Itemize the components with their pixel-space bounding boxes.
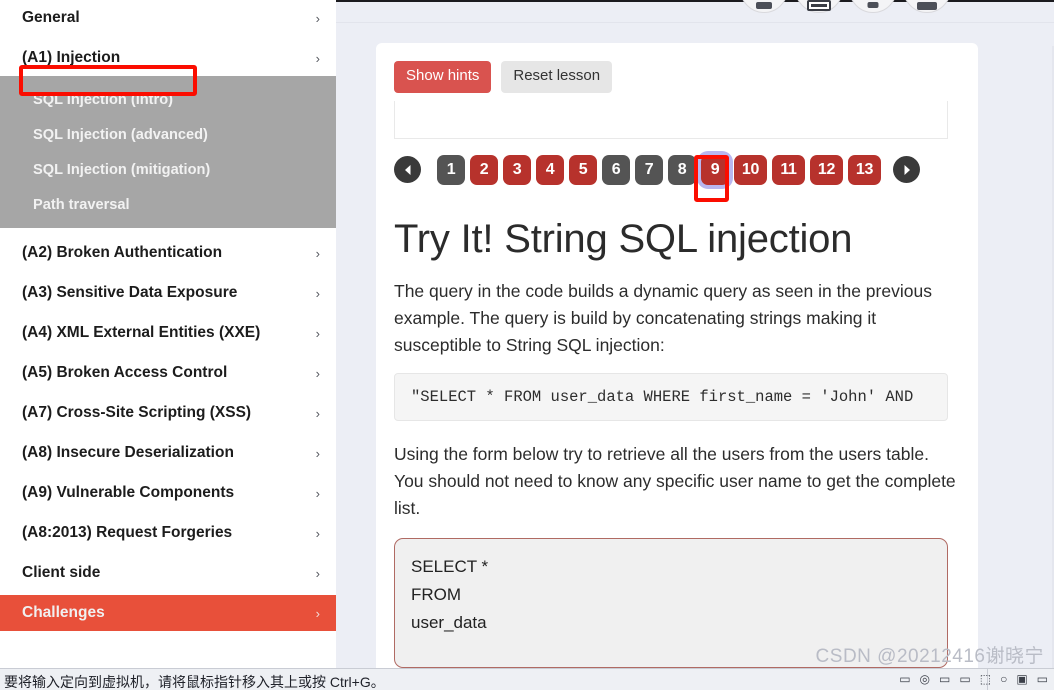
sidebar-item-a8-2013-request-forgeries[interactable]: (A8:2013) Request Forgeries ›	[0, 515, 336, 551]
sidebar-item-label: (A7) Cross-Site Scripting (XSS)	[22, 404, 252, 421]
sidebar-subitem-label: SQL Injection (mitigation)	[33, 161, 211, 178]
sidebar-item-a5-broken-access-control[interactable]: (A5) Broken Access Control ›	[0, 355, 336, 391]
sidebar-item-label: General	[22, 9, 80, 26]
sidebar-item-label: Client side	[22, 564, 101, 581]
pagination-page-7[interactable]: 7	[635, 154, 663, 185]
sidebar-item-a9-vulnerable-components[interactable]: (A9) Vulnerable Components ›	[0, 475, 336, 511]
sidebar-subitem-label: SQL Injection (intro)	[33, 91, 173, 108]
lesson-card: Show hints Reset lesson 1 2 3 4 5 6 7 8 …	[376, 43, 978, 668]
pagination-page-9[interactable]: 9	[701, 154, 729, 185]
sidebar-item-label: (A1) Injection	[22, 49, 121, 66]
sidebar-item-a2-broken-authentication[interactable]: (A2) Broken Authentication ›	[0, 235, 336, 271]
sidebar-item-label: (A4) XML External Entities (XXE)	[22, 324, 261, 341]
app-root: General › (A1) Injection › SQL Injection…	[0, 0, 1054, 690]
chevron-right-icon: ›	[315, 285, 320, 301]
vm-icon-printer[interactable]: ○	[1000, 672, 1007, 686]
pagination-page-6[interactable]: 6	[602, 154, 630, 185]
pagination-page-4[interactable]: 4	[536, 154, 564, 185]
sidebar-subitem-label: Path traversal	[33, 196, 130, 213]
bar-glyph-wide-icon	[917, 2, 937, 10]
toolbar-button-1[interactable]	[740, 0, 788, 13]
vm-icon-sound[interactable]: ⬚	[980, 672, 991, 686]
pagination-page-12[interactable]: 12	[810, 154, 843, 185]
sql-query-input[interactable]: SELECT * FROM user_data	[394, 537, 948, 668]
chevron-right-icon: ›	[315, 525, 320, 541]
sidebar-item-a8-insecure-deserialization[interactable]: (A8) Insecure Deserialization ›	[0, 435, 336, 471]
sidebar-item-label: (A9) Vulnerable Components	[22, 484, 235, 501]
sidebar-item-a3-sensitive-data-exposure[interactable]: (A3) Sensitive Data Exposure ›	[0, 275, 336, 311]
sidebar-item-label: (A3) Sensitive Data Exposure	[22, 284, 238, 301]
lesson-paragraph-2: Using the form below try to retrieve all…	[394, 443, 956, 518]
vm-icon-network[interactable]: ▭	[939, 672, 950, 686]
vm-status-message: 要将输入定向到虚拟机，请将鼠标指针移入其上或按 Ctrl+G。	[4, 674, 385, 690]
lesson-code-sample: "SELECT * FROM user_data WHERE first_nam…	[394, 372, 948, 421]
sidebar-item-general[interactable]: General ›	[0, 0, 336, 36]
bar-glyph-icon	[756, 2, 772, 9]
lesson-pagination: 1 2 3 4 5 6 7 8 9 10 11 12 13	[386, 139, 956, 185]
pagination-prev-button[interactable]	[394, 156, 421, 183]
reset-lesson-button[interactable]: Reset lesson	[501, 61, 613, 93]
pagination-page-13[interactable]: 13	[848, 154, 881, 185]
chevron-right-icon: ›	[315, 445, 320, 461]
chevron-right-icon: ›	[315, 245, 320, 261]
pagination-page-2[interactable]: 2	[470, 154, 498, 185]
lesson-action-buttons: Show hints Reset lesson	[386, 61, 956, 93]
main-content: Show hints Reset lesson 1 2 3 4 5 6 7 8 …	[336, 23, 1054, 668]
pagination-next-button[interactable]	[893, 156, 920, 183]
chevron-right-icon: ›	[315, 405, 320, 421]
sidebar-item-a7-cross-site-scripting[interactable]: (A7) Cross-Site Scripting (XSS) ›	[0, 395, 336, 431]
vm-status-icons: ▭ ◎ ▭ ▭ ⬚ ○ ▣ ▭	[899, 672, 1048, 686]
vm-icon-display[interactable]: ▭	[899, 672, 910, 686]
toolbar-button-4[interactable]	[903, 0, 951, 13]
chevron-right-icon: ›	[315, 10, 320, 26]
sidebar-navigation: General › (A1) Injection › SQL Injection…	[0, 0, 336, 690]
sidebar-subitem-label: SQL Injection (advanced)	[33, 126, 208, 143]
sidebar-item-sql-injection-mitigation[interactable]: SQL Injection (mitigation)	[0, 152, 336, 187]
lesson-title: Try It! String SQL injection	[394, 216, 853, 261]
toolbar-button-keyboard[interactable]	[795, 0, 843, 13]
show-hints-button[interactable]: Show hints	[394, 61, 492, 93]
pagination-page-5[interactable]: 5	[569, 154, 597, 185]
sidebar-item-sql-injection-intro[interactable]: SQL Injection (intro)	[0, 82, 336, 117]
vm-icon-settings[interactable]: ▭	[1037, 672, 1048, 686]
sidebar-item-sql-injection-advanced[interactable]: SQL Injection (advanced)	[0, 117, 336, 152]
vm-icon-usb[interactable]: ▭	[959, 672, 970, 686]
toolbar-button-3[interactable]	[849, 0, 897, 13]
sidebar-item-label: (A2) Broken Authentication	[22, 244, 223, 261]
pagination-page-8[interactable]: 8	[668, 154, 696, 185]
sidebar-item-path-traversal[interactable]: Path traversal	[0, 187, 336, 222]
chevron-right-icon: ›	[315, 565, 320, 581]
vm-icon-disk[interactable]: ◎	[920, 672, 930, 686]
sidebar-item-label: (A8:2013) Request Forgeries	[22, 524, 233, 541]
pagination-page-1[interactable]: 1	[437, 154, 465, 185]
chevron-right-icon: ›	[315, 365, 320, 381]
sidebar-item-a4-xml-external-entities[interactable]: (A4) XML External Entities (XXE) ›	[0, 315, 336, 351]
sidebar-item-label: (A8) Insecure Deserialization	[22, 444, 234, 461]
bar-glyph-small-icon	[867, 2, 879, 8]
sidebar-item-challenges[interactable]: Challenges ›	[0, 595, 336, 631]
pagination-page-11[interactable]: 11	[772, 154, 805, 185]
chevron-right-icon: ›	[315, 50, 320, 66]
vm-icon-camera[interactable]: ▣	[1016, 672, 1027, 686]
sidebar-item-label: Challenges	[22, 604, 105, 621]
sidebar-item-client-side[interactable]: Client side ›	[0, 555, 336, 591]
pagination-page-3[interactable]: 3	[503, 154, 531, 185]
chevron-right-icon: ›	[315, 485, 320, 501]
pagination-page-10[interactable]: 10	[734, 154, 767, 185]
chevron-right-icon: ›	[315, 325, 320, 341]
sidebar-subgroup-injection: SQL Injection (intro) SQL Injection (adv…	[0, 76, 336, 228]
vm-status-bar: 要将输入定向到虚拟机，请将鼠标指针移入其上或按 Ctrl+G。 ▭ ◎ ▭ ▭ …	[0, 668, 1054, 690]
sidebar-item-label: (A5) Broken Access Control	[22, 364, 228, 381]
keyboard-icon	[807, 0, 831, 11]
chevron-right-icon: ›	[315, 605, 320, 621]
sidebar-item-a1-injection[interactable]: (A1) Injection ›	[0, 40, 336, 76]
hint-panel	[394, 100, 948, 139]
lesson-paragraph-1: The query in the code builds a dynamic q…	[394, 280, 932, 355]
